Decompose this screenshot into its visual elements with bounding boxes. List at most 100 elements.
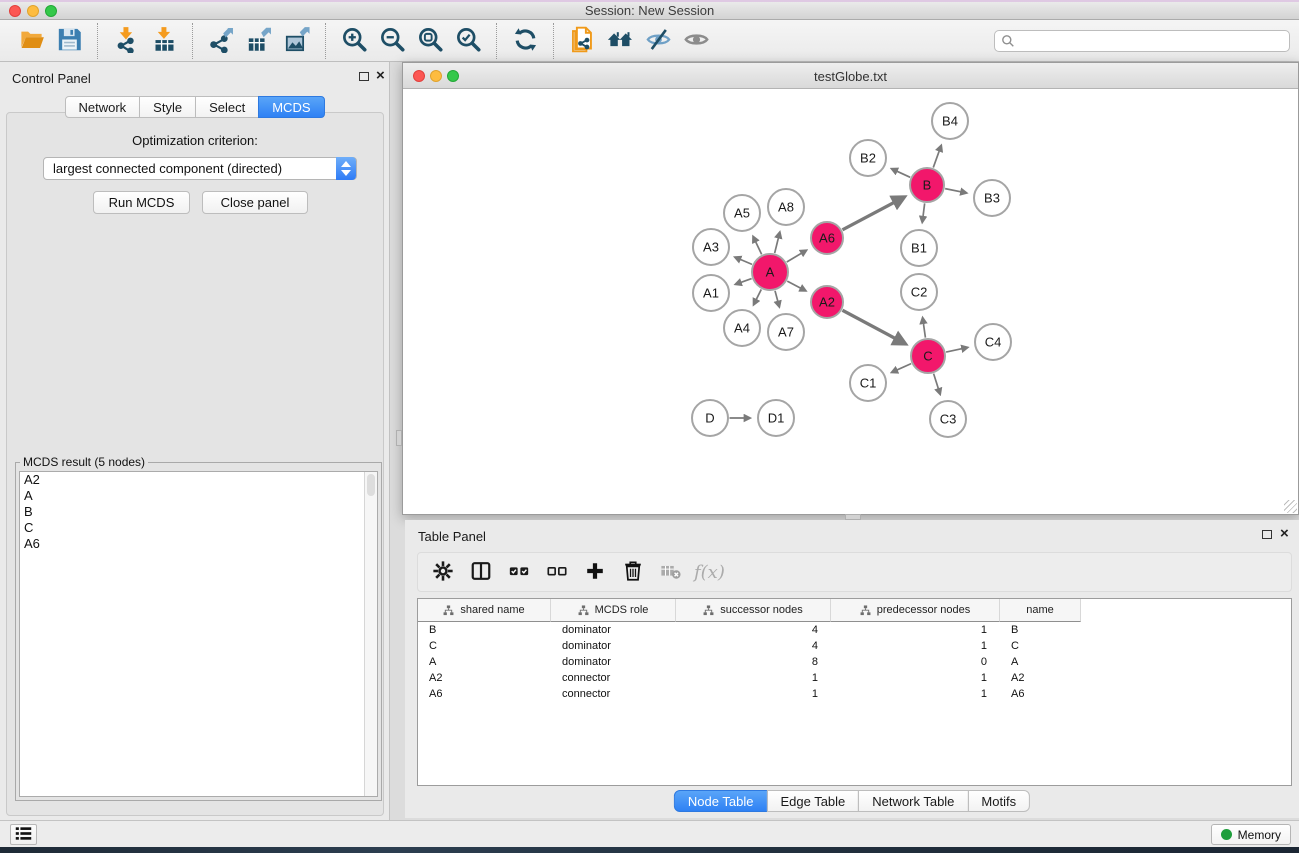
- delete-columns-button[interactable]: [618, 557, 648, 587]
- graph-node-D1[interactable]: D1: [758, 400, 794, 436]
- table-row[interactable]: Cdominator41C: [418, 638, 1291, 654]
- panel-list-button[interactable]: [10, 824, 37, 845]
- graph-node-A6[interactable]: A6: [811, 222, 843, 254]
- graph-node-C3[interactable]: C3: [930, 401, 966, 437]
- float-table-panel-icon[interactable]: [1262, 530, 1272, 539]
- graph-edge-C-C3[interactable]: [934, 374, 941, 395]
- criterion-select[interactable]: largest connected component (directed): [43, 157, 357, 180]
- result-list-item[interactable]: A6: [20, 536, 377, 552]
- graph-edge-A-A6[interactable]: [787, 250, 807, 262]
- network-window-titlebar[interactable]: testGlobe.txt: [403, 63, 1298, 89]
- refresh-button[interactable]: [509, 24, 541, 58]
- zoom-in-button[interactable]: [338, 24, 370, 58]
- close-panel-icon[interactable]: ×: [376, 67, 385, 85]
- graph-edge-C-C4[interactable]: [946, 347, 967, 352]
- graph-node-D[interactable]: D: [692, 400, 728, 436]
- graph-node-A4[interactable]: A4: [724, 310, 760, 346]
- column-header-predecessor-nodes[interactable]: predecessor nodes: [831, 599, 1000, 622]
- graph-node-C4[interactable]: C4: [975, 324, 1011, 360]
- export-table-button[interactable]: [243, 24, 275, 58]
- graph-node-B1[interactable]: B1: [901, 230, 937, 266]
- graph-node-A[interactable]: A: [752, 254, 788, 290]
- new-network-from-file-button[interactable]: [566, 24, 598, 58]
- export-image-button[interactable]: [281, 24, 313, 58]
- table-row[interactable]: Adominator80A: [418, 654, 1291, 670]
- save-session-button[interactable]: [53, 24, 85, 58]
- float-panel-icon[interactable]: [359, 72, 369, 81]
- column-header-mcds-role[interactable]: MCDS role: [551, 599, 676, 622]
- graph-node-B2[interactable]: B2: [850, 140, 886, 176]
- graph-edge-B-B1[interactable]: [922, 203, 924, 222]
- deselect-all-rows-button[interactable]: [542, 557, 572, 587]
- close-table-panel-icon[interactable]: ×: [1280, 525, 1289, 543]
- graph-node-C2[interactable]: C2: [901, 274, 937, 310]
- splitter-handle-vertical[interactable]: [396, 430, 402, 446]
- graph-node-A7[interactable]: A7: [768, 314, 804, 350]
- table-tab-node-table[interactable]: Node Table: [674, 790, 768, 812]
- graph-edge-C-C1[interactable]: [892, 364, 911, 373]
- import-table-button[interactable]: [148, 24, 180, 58]
- graph-node-A5[interactable]: A5: [724, 195, 760, 231]
- result-list-item[interactable]: C: [20, 520, 377, 536]
- search-input[interactable]: [994, 30, 1290, 52]
- tab-select[interactable]: Select: [195, 96, 259, 118]
- graph-edge-C-C2[interactable]: [923, 318, 926, 338]
- column-header-shared-name[interactable]: shared name: [418, 599, 551, 622]
- hide-graphics-details-button[interactable]: [642, 24, 674, 58]
- export-network-button[interactable]: [205, 24, 237, 58]
- table-tab-motifs[interactable]: Motifs: [967, 790, 1030, 812]
- graph-edge-A6-B[interactable]: [842, 197, 904, 230]
- column-header-successor-nodes[interactable]: successor nodes: [676, 599, 831, 622]
- tab-style[interactable]: Style: [139, 96, 196, 118]
- table-row[interactable]: A6connector11A6: [418, 686, 1291, 702]
- result-list-scrollbar[interactable]: [364, 472, 377, 796]
- graph-node-B4[interactable]: B4: [932, 103, 968, 139]
- graph-edge-A-A2[interactable]: [787, 281, 806, 291]
- graph-node-B3[interactable]: B3: [974, 180, 1010, 216]
- table-tab-edge-table[interactable]: Edge Table: [766, 790, 859, 812]
- select-all-rows-button[interactable]: [504, 557, 534, 587]
- network-canvas[interactable]: B4 B2 B B3 A8A5 A6 A3 B1 A A1 C2 A2 A4A7 C4 C C1 C3 D D1: [403, 89, 1298, 514]
- graph-edge-A-A4[interactable]: [754, 289, 762, 304]
- graph-node-C[interactable]: C: [911, 339, 945, 373]
- close-panel-button[interactable]: Close panel: [202, 191, 308, 214]
- graph-edge-B-B3[interactable]: [945, 189, 966, 193]
- graph-edge-B-B4[interactable]: [933, 145, 941, 167]
- graph-node-B[interactable]: B: [910, 168, 944, 202]
- table-row[interactable]: Bdominator41B: [418, 622, 1291, 638]
- tab-network[interactable]: Network: [64, 96, 140, 118]
- show-graphics-details-button[interactable]: [680, 24, 712, 58]
- graph-node-A3[interactable]: A3: [693, 229, 729, 265]
- result-list-item[interactable]: A2: [20, 472, 377, 488]
- memory-button[interactable]: Memory: [1211, 824, 1291, 845]
- zoom-selected-button[interactable]: [452, 24, 484, 58]
- graph-edge-A-A8[interactable]: [775, 232, 780, 253]
- run-mcds-button[interactable]: Run MCDS: [93, 191, 190, 214]
- zoom-out-button[interactable]: [376, 24, 408, 58]
- open-file-button[interactable]: [15, 24, 47, 58]
- graph-edge-A-A3[interactable]: [735, 257, 752, 264]
- add-column-button[interactable]: [580, 557, 610, 587]
- graph-edge-A2-C[interactable]: [842, 310, 905, 343]
- graph-edge-B-B2[interactable]: [892, 169, 911, 177]
- network-overview-button[interactable]: [604, 24, 636, 58]
- graph-node-A8[interactable]: A8: [768, 189, 804, 225]
- apply-function-button[interactable]: f(x): [694, 557, 725, 587]
- graph-node-A2[interactable]: A2: [811, 286, 843, 318]
- window-resize-grip[interactable]: [1284, 500, 1297, 513]
- tab-mcds[interactable]: MCDS: [258, 96, 324, 118]
- graph-edge-A-A7[interactable]: [775, 291, 779, 307]
- graph-node-C1[interactable]: C1: [850, 365, 886, 401]
- graph-node-A1[interactable]: A1: [693, 275, 729, 311]
- graph-edge-A-A1[interactable]: [735, 279, 751, 285]
- delete-table-button[interactable]: [656, 557, 686, 587]
- column-header-name[interactable]: name: [1000, 599, 1081, 622]
- column-layout-button[interactable]: [466, 557, 496, 587]
- result-list-item[interactable]: A: [20, 488, 377, 504]
- table-row[interactable]: A2connector11A2: [418, 670, 1291, 686]
- zoom-fit-button[interactable]: [414, 24, 446, 58]
- import-network-button[interactable]: [110, 24, 142, 58]
- result-list-item[interactable]: B: [20, 504, 377, 520]
- table-settings-button[interactable]: [428, 557, 458, 587]
- table-tab-network-table[interactable]: Network Table: [858, 790, 968, 812]
